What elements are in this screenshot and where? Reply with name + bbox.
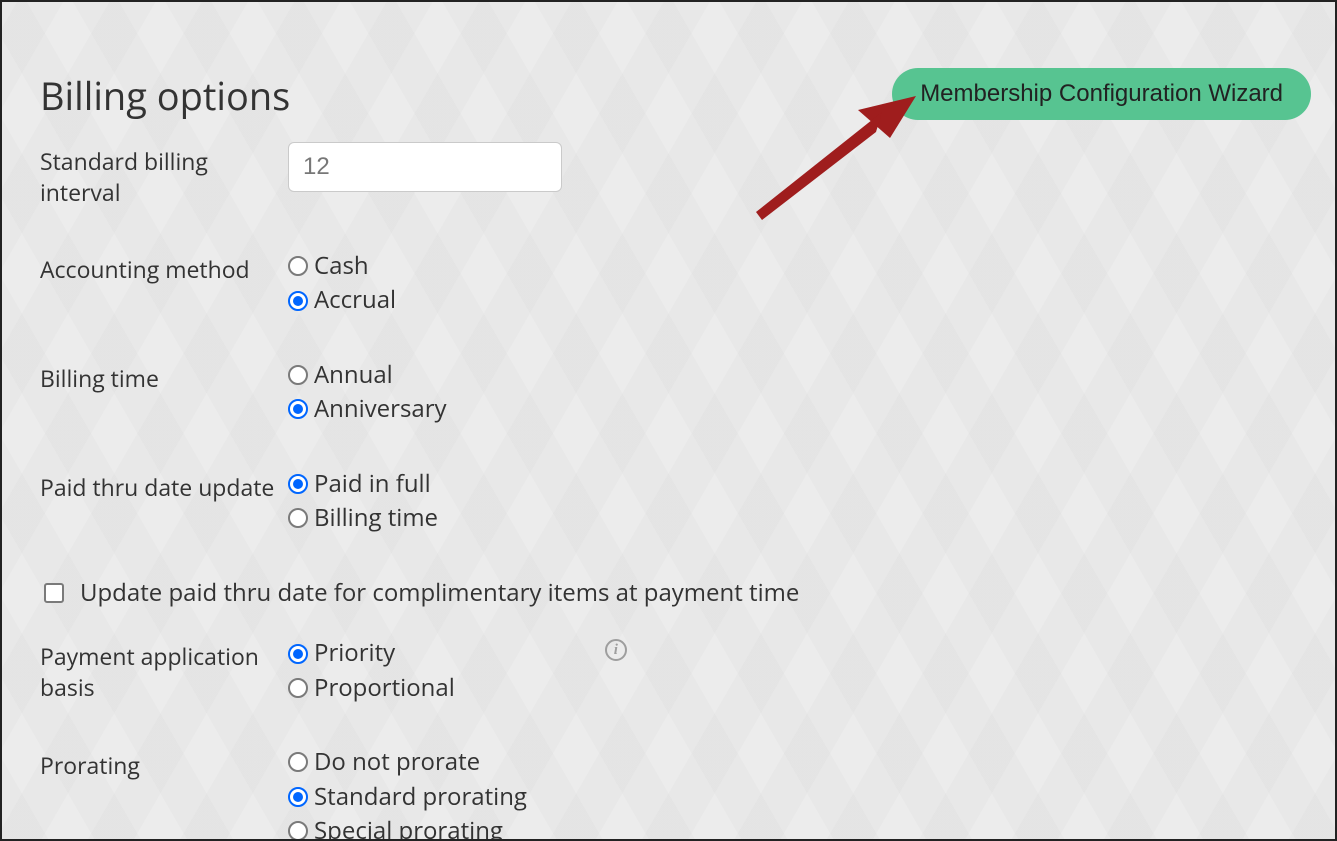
radio-label-anniversary: Anniversary	[314, 393, 447, 425]
billing-options-form: Standard billing interval Accounting met…	[40, 142, 1305, 841]
label-payment-application-basis: Payment application basis	[40, 637, 288, 703]
radio-billing-anniversary[interactable]	[288, 399, 308, 419]
radio-label-priority: Priority	[314, 637, 395, 669]
radio-label-special-prorating: Special prorating	[314, 815, 503, 841]
radio-prorating-standard[interactable]	[288, 787, 308, 807]
radio-label-proportional: Proportional	[314, 672, 455, 704]
radio-label-accrual: Accrual	[314, 284, 396, 316]
radio-label-do-not-prorate: Do not prorate	[314, 746, 480, 778]
label-accounting-method: Accounting method	[40, 250, 288, 285]
membership-wizard-button-label: Membership Configuration Wizard	[920, 80, 1283, 108]
radio-billing-annual[interactable]	[288, 365, 308, 385]
page-title: Billing options	[40, 70, 290, 122]
checkbox-update-paid-thru-complimentary[interactable]	[44, 583, 64, 603]
label-standard-billing-interval: Standard billing interval	[40, 142, 288, 208]
radio-prorating-none[interactable]	[288, 752, 308, 772]
radio-label-cash: Cash	[314, 250, 369, 282]
label-prorating: Prorating	[40, 746, 288, 781]
radio-label-paid-thru-billing-time: Billing time	[314, 502, 438, 534]
radio-paid-thru-paid-in-full[interactable]	[288, 474, 308, 494]
radio-label-paid-in-full: Paid in full	[314, 468, 431, 500]
standard-billing-interval-input[interactable]	[288, 142, 562, 192]
radio-accounting-accrual[interactable]	[288, 291, 308, 311]
membership-wizard-button[interactable]: Membership Configuration Wizard	[892, 68, 1311, 120]
info-icon[interactable]: i	[605, 639, 627, 661]
label-paid-thru-date-update: Paid thru date update	[40, 468, 288, 503]
radio-prorating-special[interactable]	[288, 821, 308, 841]
radio-accounting-cash[interactable]	[288, 256, 308, 276]
radio-label-standard-prorating: Standard prorating	[314, 781, 527, 813]
radio-payment-proportional[interactable]	[288, 678, 308, 698]
label-billing-time: Billing time	[40, 359, 288, 394]
checkbox-label-update-paid-thru-complimentary: Update paid thru date for complimentary …	[80, 576, 799, 609]
radio-label-annual: Annual	[314, 359, 393, 391]
radio-payment-priority[interactable]	[288, 644, 308, 664]
radio-paid-thru-billing-time[interactable]	[288, 508, 308, 528]
